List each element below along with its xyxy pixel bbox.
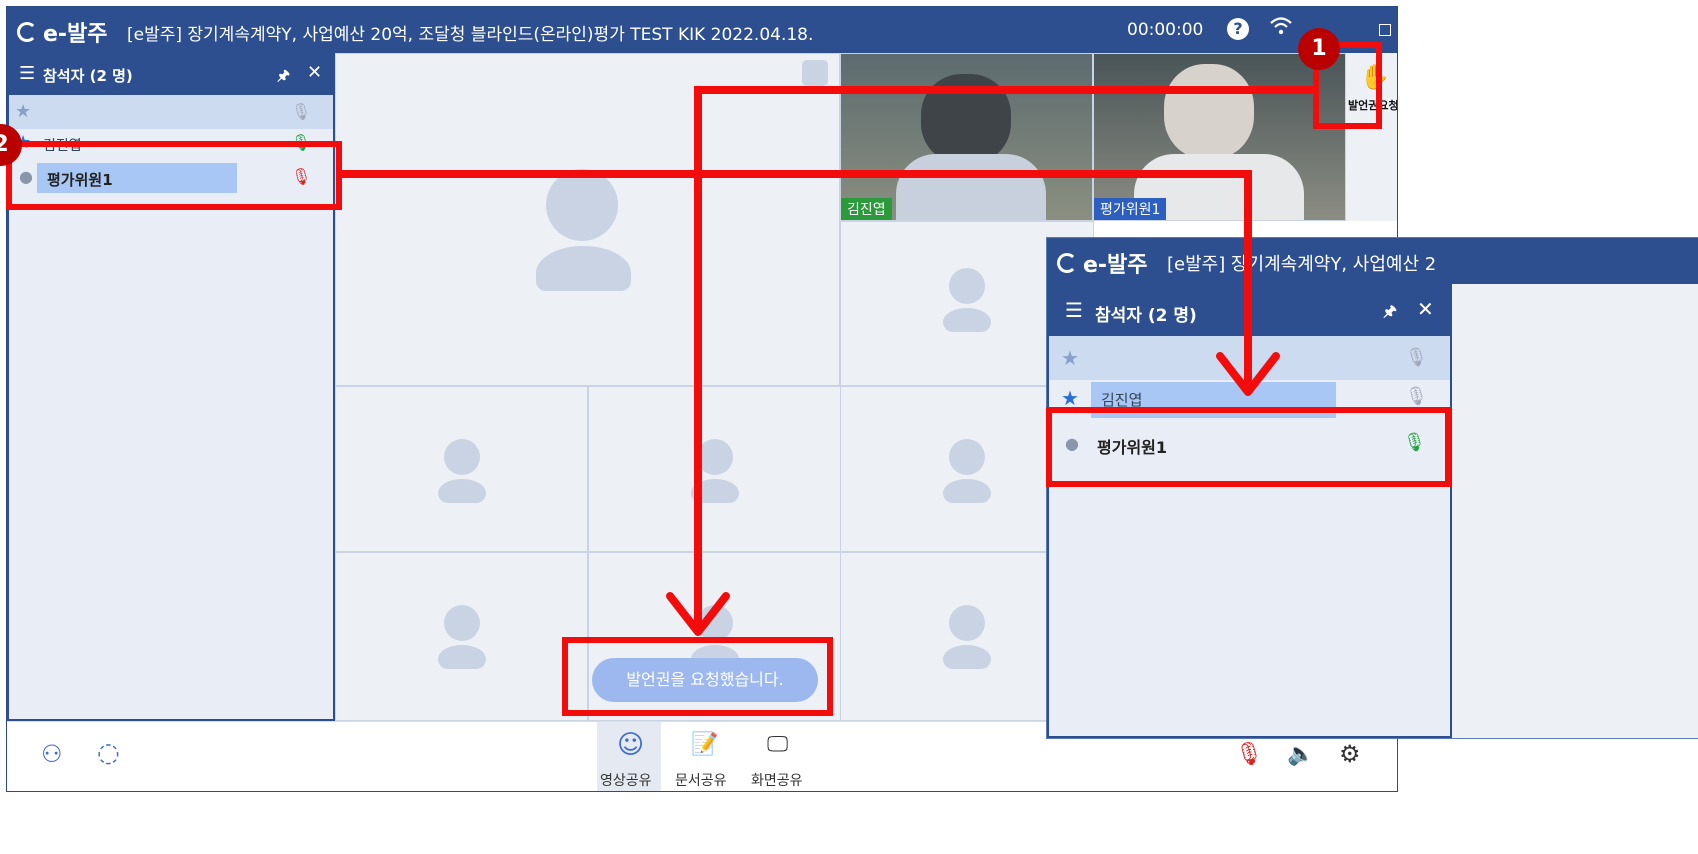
grid-cell — [335, 552, 588, 721]
maximize-button[interactable] — [1379, 24, 1391, 36]
mic-icon — [802, 60, 828, 86]
title-bar: e-발주 [e발주] 장기계속계약Y, 사업예산 20억, 조달청 블라인드(온… — [7, 7, 1397, 53]
blurred-face — [1164, 64, 1254, 159]
settings-icon[interactable]: ⚙ — [1339, 740, 1361, 768]
star-icon: ★ — [15, 101, 32, 122]
menu-icon[interactable]: ☰ — [1065, 298, 1083, 322]
avatar-icon — [949, 605, 985, 641]
annotation-line — [694, 86, 1314, 94]
grid-cell — [588, 386, 841, 552]
participants-icon[interactable]: ⚇ — [41, 740, 63, 768]
avatar-body — [943, 645, 991, 669]
mic-icon[interactable]: 🎙 — [1405, 347, 1428, 368]
app-logo: e-발주 — [1057, 247, 1148, 279]
avatar-icon — [546, 169, 618, 241]
mic-icon[interactable]: 🎙 — [1405, 386, 1428, 407]
annotation-badge-1: 1 — [1298, 28, 1340, 70]
avatar-body — [943, 479, 991, 503]
logo-text: e-발주 — [43, 22, 108, 47]
document-icon: 📝 — [691, 732, 719, 757]
logo-text: e-발주 — [1083, 253, 1148, 278]
avatar-body — [536, 246, 631, 291]
avatar-icon — [697, 439, 733, 475]
annotation-box-2 — [6, 141, 342, 210]
pin-icon[interactable]: 🖈 — [277, 65, 290, 89]
avatar-body — [438, 479, 486, 503]
avatar-body — [943, 308, 991, 332]
person-body — [896, 154, 1046, 220]
video-label: 김진엽 — [841, 198, 892, 220]
annotation-arrow-down — [666, 592, 730, 636]
video-label: 평가위원1 — [1094, 198, 1167, 220]
panel-title: 참석자 (2 명) — [43, 67, 133, 85]
annotation-arrow-down — [1216, 352, 1280, 396]
video-feed-2: 평가위원1 — [1093, 53, 1346, 221]
screen-share-button[interactable]: 🖵 화면공유 — [745, 722, 811, 791]
screen-share-icon: 🖵 — [767, 732, 789, 757]
grid-cell — [335, 386, 588, 552]
pin-icon[interactable]: 🖈 — [1383, 301, 1397, 326]
title-bar: e-발주 [e발주] 장기계속계약Y, 사업예산 2 — [1047, 238, 1698, 284]
mic-muted-icon[interactable]: 🎙 — [291, 102, 311, 121]
timer: 00:00:00 — [1127, 20, 1204, 40]
menu-icon[interactable]: ☰ — [19, 63, 35, 84]
participant-row-0[interactable]: ★ 🎙 — [9, 95, 333, 129]
help-icon[interactable]: ? — [1227, 18, 1249, 40]
overlay-window: e-발주 [e발주] 장기계속계약Y, 사업예산 2 ☰ 참석자 (2 명) 🖈… — [1046, 237, 1698, 739]
video-share-label: 영상공유 — [600, 773, 652, 789]
avatar-icon — [949, 268, 985, 304]
logo-icon — [1057, 253, 1077, 273]
smile-icon: ☺ — [617, 730, 645, 760]
meeting-title: [e발주] 장기계속계약Y, 사업예산 20억, 조달청 블라인드(온라인)평가… — [127, 25, 814, 45]
mic-muted-icon[interactable]: 🎙 — [1235, 742, 1263, 767]
annotation-line — [694, 86, 702, 626]
annotation-line — [340, 170, 1252, 178]
meeting-title: [e발주] 장기계속계약Y, 사업예산 2 — [1167, 254, 1437, 275]
star-icon: ★ — [1061, 346, 1079, 370]
chat-icon[interactable]: ◌ — [97, 738, 120, 768]
avatar-body — [438, 645, 486, 669]
main-video-tile — [335, 53, 840, 386]
screen-share-label: 화면공유 — [751, 773, 803, 789]
panel-header: ☰ 참석자 (2 명) 🖈 ✕ — [9, 55, 333, 95]
panel-title: 참석자 (2 명) — [1095, 306, 1197, 326]
video-feed-1: 김진엽 — [840, 53, 1093, 221]
app-logo: e-발주 — [17, 16, 108, 48]
avatar-icon — [444, 439, 480, 475]
annotation-box-overlay — [1046, 407, 1451, 487]
doc-share-button[interactable]: 📝 문서공유 — [669, 722, 735, 791]
close-icon[interactable]: ✕ — [1417, 297, 1434, 321]
logo-icon — [17, 22, 37, 42]
video-share-button[interactable]: ☺ 영상공유 — [597, 722, 661, 791]
close-icon[interactable]: ✕ — [307, 62, 322, 83]
wifi-icon — [1269, 16, 1293, 41]
avatar-icon — [444, 605, 480, 641]
avatar-icon — [949, 439, 985, 475]
annotation-box-toast — [562, 637, 833, 716]
doc-share-label: 문서공유 — [675, 773, 727, 789]
speaker-icon[interactable]: 🔈 — [1287, 742, 1314, 767]
